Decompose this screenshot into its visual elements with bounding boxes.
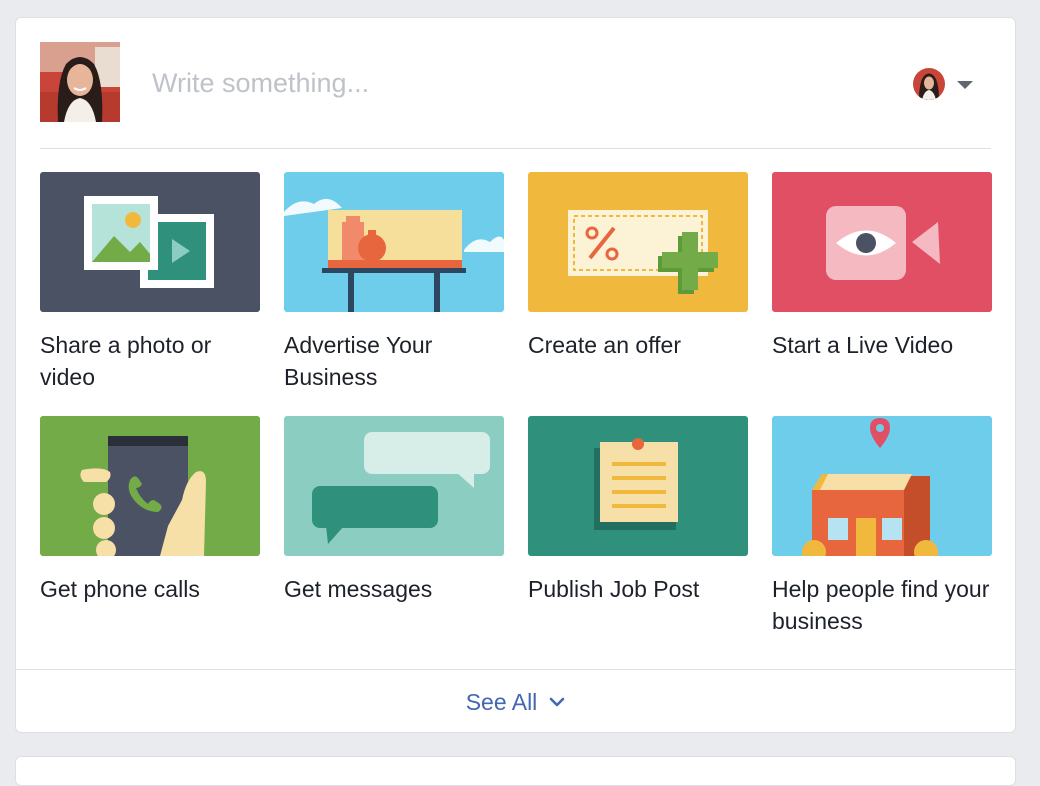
action-label: Create an offer — [528, 332, 682, 358]
composer — [40, 42, 991, 149]
phone-call-icon — [40, 416, 260, 556]
action-get-messages[interactable]: Get messages — [284, 416, 504, 605]
chevron-down-icon — [957, 81, 973, 89]
next-card — [15, 756, 1016, 786]
action-create-offer[interactable]: Create an offer — [528, 172, 748, 361]
post-as-selector[interactable] — [913, 68, 975, 100]
action-help-find-business[interactable]: Help people find your business — [772, 416, 992, 637]
storefront-pin-icon — [772, 416, 992, 556]
action-label: Publish Job Post — [528, 576, 700, 602]
coupon-icon — [528, 172, 748, 312]
action-share-photo-video[interactable]: Share a photo or video — [40, 172, 260, 393]
user-avatar-small — [913, 68, 945, 100]
action-advertise-business[interactable]: Advertise Your Business — [284, 172, 504, 393]
job-note-icon — [528, 416, 748, 556]
action-label: Help people find your business — [772, 576, 990, 634]
action-label: Advertise Your Business — [284, 332, 433, 390]
action-label: Get messages — [284, 576, 433, 602]
card-footer: See All — [16, 669, 1015, 734]
live-video-icon — [772, 172, 992, 312]
action-label: Start a Live Video — [772, 332, 954, 358]
action-publish-job-post[interactable]: Publish Job Post — [528, 416, 748, 605]
chevron-down-icon — [549, 697, 565, 707]
action-label: Share a photo or video — [40, 332, 212, 390]
create-post-card: Share a photo or video Advertise Your Bu… — [15, 17, 1016, 733]
billboard-icon — [284, 172, 504, 312]
see-all-button[interactable]: See All — [466, 689, 566, 716]
user-avatar[interactable] — [40, 42, 120, 122]
photo-video-icon — [40, 172, 260, 312]
action-start-live-video[interactable]: Start a Live Video — [772, 172, 992, 361]
action-get-phone-calls[interactable]: Get phone calls — [40, 416, 260, 605]
action-label: Get phone calls — [40, 576, 200, 602]
see-all-label: See All — [465, 688, 538, 715]
chat-bubbles-icon — [284, 416, 504, 556]
post-composer-input[interactable] — [152, 66, 712, 100]
